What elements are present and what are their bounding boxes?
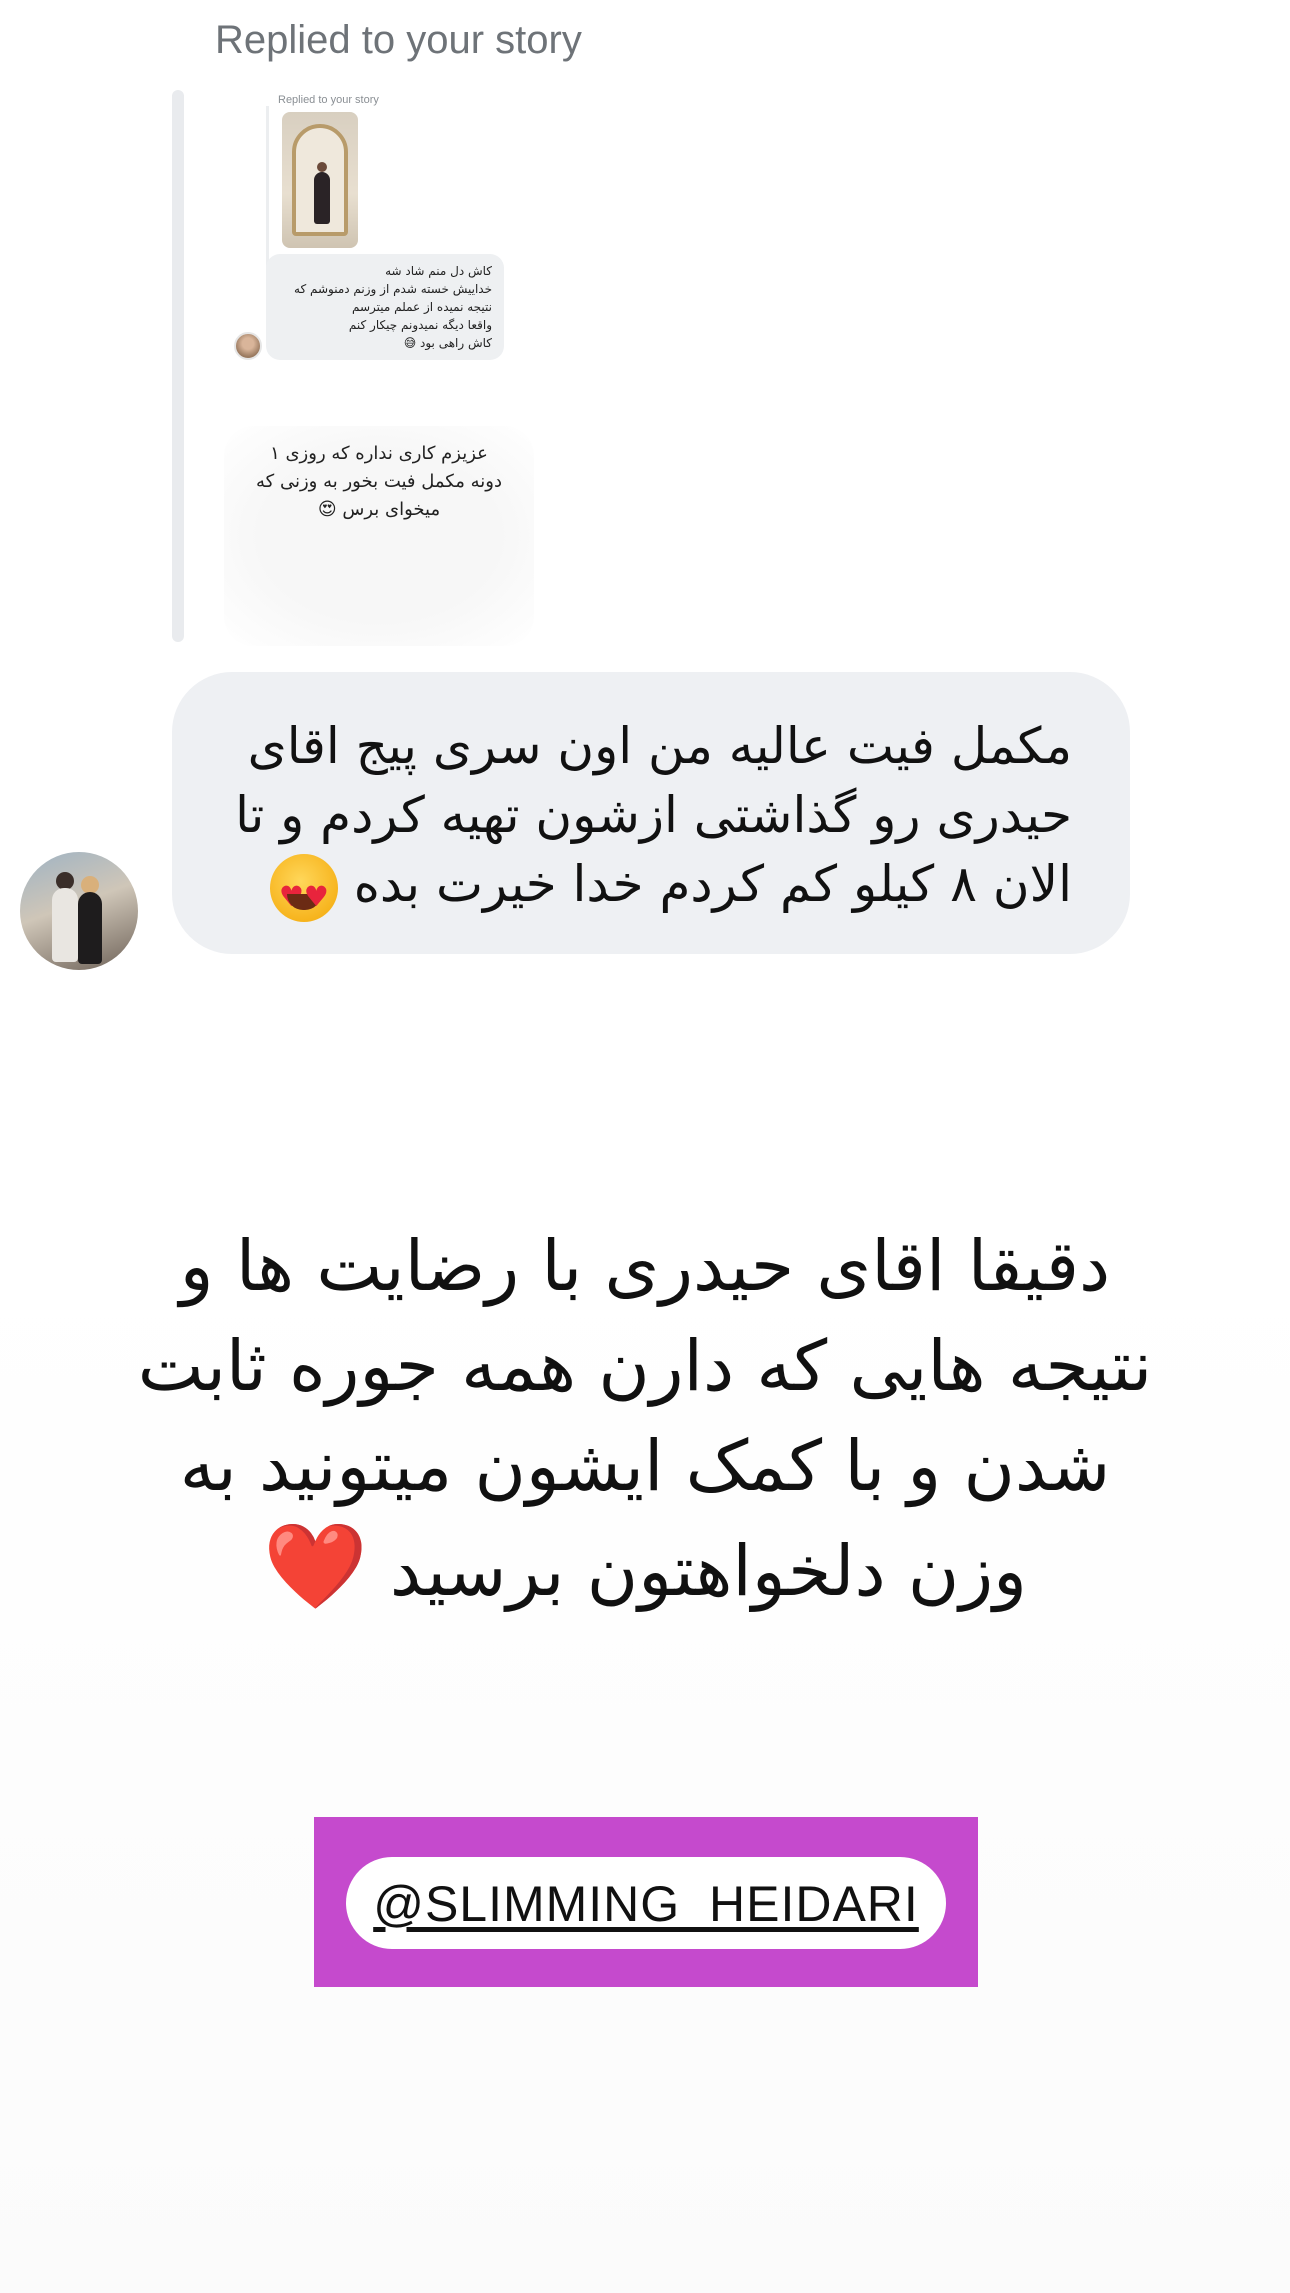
- nested-story-reply-screenshot: Replied to your story کاش دل منم شاد شه …: [220, 88, 550, 648]
- mention-handle-link[interactable]: @SLIMMING_HEIDARI: [373, 1875, 919, 1933]
- quote-bar: [172, 90, 184, 642]
- heart-eyes-emoji-icon: [269, 853, 338, 931]
- dm-message-bubble[interactable]: مکمل فیت عالیه من اون سری پیج اقای حیدری…: [172, 672, 1130, 954]
- replied-to-story-label: Replied to your story: [215, 18, 582, 62]
- nested-reply-line: میخوای برس 😍: [317, 499, 441, 520]
- avatar-person-body: [78, 892, 102, 964]
- nested-message-line: خداییش خسته شدم از وزنم دمنوشم که: [294, 282, 492, 296]
- story-thumbnail[interactable]: [282, 112, 358, 248]
- nested-avatar: [234, 332, 262, 360]
- sender-avatar[interactable]: [20, 852, 138, 970]
- caption-line: نتیجه هایی که دارن همه جوره ثابت: [137, 1325, 1153, 1407]
- mention-pill[interactable]: @SLIMMING_HEIDARI: [346, 1857, 946, 1949]
- nested-message-line: واقعا دیگه نمیدونم چیکار کنم: [348, 318, 492, 332]
- nested-message-line: کاش دل منم شاد شه: [385, 264, 492, 278]
- person-figure: [314, 162, 330, 224]
- caption-line: شدن و با کمک ایشون میتونید به: [179, 1425, 1111, 1507]
- story-caption: دقیقا اقای حیدری با رضایت ها و نتیجه های…: [40, 1216, 1250, 1621]
- nested-message-line: کاش راهی بود 😅: [403, 336, 492, 350]
- caption-line: دقیقا اقای حیدری با رضایت ها و: [179, 1225, 1111, 1307]
- nested-replied-label: Replied to your story: [278, 94, 379, 106]
- nested-reply-line: دونه مکمل فیت بخور به وزنی که: [256, 471, 502, 492]
- nested-reply-line: عزیزم کاری نداره که روزی ۱: [270, 443, 488, 464]
- dm-message-line: مکمل فیت عالیه من اون سری پیج اقای: [247, 717, 1072, 775]
- dm-message-line-text: الان ۸ کیلو کم کردم خدا خیرت بده: [353, 855, 1072, 913]
- nested-message-bubble: کاش دل منم شاد شه خداییش خسته شدم از وزن…: [266, 254, 504, 360]
- caption-line-text: وزن دلخواهتون برسید: [389, 1530, 1027, 1612]
- dm-message-line: حیدری رو گذاشتی ازشون تهیه کردم و تا: [235, 786, 1072, 844]
- mention-sticker[interactable]: @SLIMMING_HEIDARI: [314, 1817, 978, 1987]
- avatar-person-body: [52, 888, 78, 962]
- nested-message-line: نتیجه نمیده از عملم میترسم: [351, 300, 492, 314]
- dm-message-line-last: الان ۸ کیلو کم کردم خدا خیرت بده: [216, 850, 1072, 931]
- caption-line-last: وزن دلخواهتون برسید ❤️: [40, 1516, 1250, 1621]
- red-heart-icon: ❤️: [263, 1517, 368, 1615]
- nested-reply-message: عزیزم کاری نداره که روزی ۱ دونه مکمل فیت…: [224, 426, 534, 646]
